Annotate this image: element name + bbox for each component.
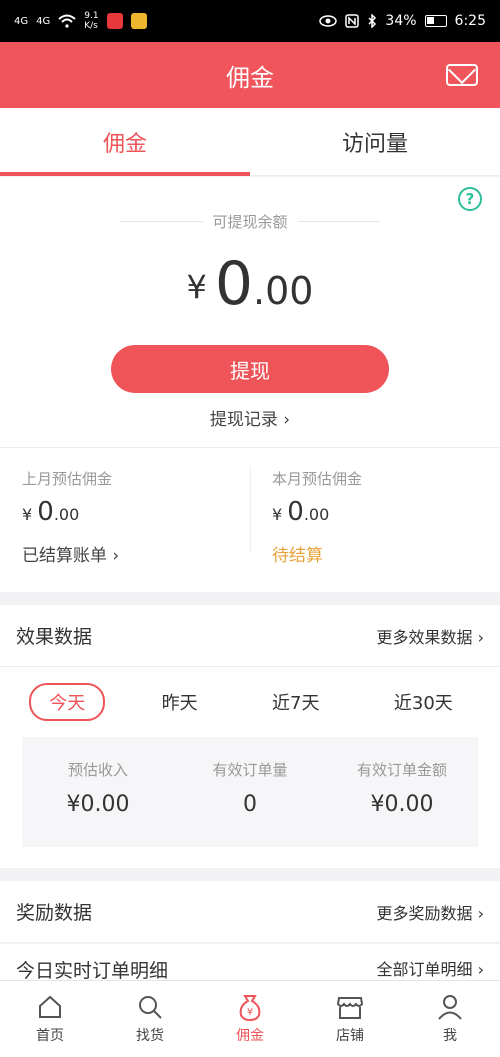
mail-icon[interactable]	[446, 64, 478, 86]
nav-find-goods-label: 找货	[136, 1028, 164, 1044]
stat-value: ¥0.00	[370, 792, 434, 817]
effect-data-title: 效果数据	[16, 626, 93, 648]
network-speed-unit: K/s	[84, 21, 98, 31]
balance-decimal: .00	[253, 269, 314, 313]
stat-value: 0	[243, 792, 257, 817]
store-icon	[336, 993, 364, 1021]
app-notification-icon-2	[130, 13, 147, 29]
date-tab-7days[interactable]: 近7天	[254, 685, 337, 719]
this-month-amount: ¥ 0.00	[272, 497, 500, 527]
balance-label-row: 可提现余额	[110, 211, 390, 232]
commission-summary: 上月预估佣金 ¥ 0.00 已结算账单 › 本月预估佣金 ¥ 0.00 待结算	[0, 447, 500, 592]
effect-stats: 预估收入 ¥0.00 有效订单量 0 有效订单金额 ¥0.00	[22, 737, 478, 847]
clock: 6:25	[454, 13, 486, 29]
last-month-currency: ¥	[22, 505, 33, 524]
this-month-label: 本月预估佣金	[272, 470, 363, 488]
last-month-integer: 0	[37, 497, 54, 527]
bottom-nav: 首页 找货 ¥ 佣金 店铺 我	[0, 980, 500, 1057]
last-month-label: 上月预估佣金	[22, 470, 113, 488]
network-speed: 9.1 K/s	[84, 11, 98, 31]
balance-currency: ¥	[186, 268, 207, 306]
app-notification-icon	[106, 13, 123, 29]
pending-settlement-label: 待结算	[272, 546, 323, 566]
this-month-commission: 本月预估佣金 ¥ 0.00 待结算	[250, 448, 500, 592]
stat-valid-orders: 有效订单量 0	[174, 737, 326, 847]
tab-commission[interactable]: 佣金	[0, 108, 250, 176]
tab-bar: 佣金 访问量	[0, 108, 500, 176]
stat-valid-order-amount: 有效订单金额 ¥0.00	[326, 737, 478, 847]
stat-estimated-income: 预估收入 ¥0.00	[22, 737, 174, 847]
battery-icon	[424, 15, 447, 27]
help-icon[interactable]: ?	[458, 187, 482, 211]
reward-data-header: 奖励数据 更多奖励数据 ›	[0, 881, 500, 943]
money-bag-icon: ¥	[236, 993, 264, 1021]
withdraw-record-link[interactable]: 提现记录 ›	[0, 405, 500, 430]
eye-icon	[319, 15, 338, 27]
page-title: 佣金	[226, 63, 274, 92]
stat-label: 有效订单量	[212, 761, 288, 779]
last-month-amount: ¥ 0.00	[22, 497, 250, 527]
nav-commission-label: 佣金	[236, 1028, 264, 1044]
date-tab-today[interactable]: 今天	[29, 683, 106, 721]
withdraw-button[interactable]: 提现	[111, 345, 389, 393]
status-left: 4G 4G 9.1 K/s	[14, 11, 147, 31]
nav-home-label: 首页	[36, 1028, 64, 1044]
all-orders-link[interactable]: 全部订单明细 ›	[377, 956, 485, 980]
signal-indicator-1: 4G	[14, 15, 29, 27]
last-month-commission: 上月预估佣金 ¥ 0.00 已结算账单 ›	[0, 448, 250, 592]
status-right: 34% 6:25	[319, 13, 486, 29]
nfc-icon	[345, 14, 360, 28]
reward-data-title: 奖励数据	[16, 902, 93, 924]
settled-bills-link[interactable]: 已结算账单 ›	[22, 541, 250, 566]
tab-visits[interactable]: 访问量	[250, 108, 500, 175]
bluetooth-icon	[368, 14, 377, 28]
last-month-decimal: .00	[53, 505, 80, 524]
home-icon	[36, 993, 64, 1021]
svg-text:¥: ¥	[247, 1007, 253, 1018]
date-tab-30days[interactable]: 近30天	[376, 685, 471, 719]
nav-find-goods[interactable]: 找货	[100, 981, 200, 1057]
order-detail-title: 今日实时订单明细	[16, 960, 169, 982]
more-effect-data-link[interactable]: 更多效果数据 ›	[377, 624, 485, 648]
status-bar: 4G 4G 9.1 K/s 34% 6:25	[0, 0, 500, 42]
stats-wrap: 预估收入 ¥0.00 有效订单量 0 有效订单金额 ¥0.00	[0, 737, 500, 868]
date-range-tabs: 今天 昨天 近7天 近30天	[0, 667, 500, 737]
user-icon	[436, 993, 464, 1021]
wifi-icon	[58, 14, 76, 28]
stat-label: 有效订单金额	[356, 761, 447, 779]
stat-value: ¥0.00	[66, 792, 130, 817]
signal-indicator-2: 4G	[36, 15, 51, 27]
nav-home[interactable]: 首页	[0, 981, 100, 1057]
nav-store-label: 店铺	[336, 1028, 364, 1044]
stat-label: 预估收入	[67, 761, 128, 779]
more-reward-data-link[interactable]: 更多奖励数据 ›	[377, 900, 485, 924]
nav-commission[interactable]: ¥ 佣金	[200, 981, 300, 1057]
network-speed-value: 9.1	[84, 11, 99, 21]
this-month-integer: 0	[287, 497, 304, 527]
app-header: 佣金	[0, 42, 500, 108]
battery-percent: 34%	[385, 13, 417, 29]
balance-card: ? 可提现余额 ¥0.00 提现 提现记录 ›	[0, 177, 500, 447]
balance-integer: 0	[214, 249, 254, 319]
nav-me-label: 我	[443, 1028, 457, 1044]
balance-amount: ¥0.00	[0, 249, 500, 319]
nav-store[interactable]: 店铺	[300, 981, 400, 1057]
search-icon	[136, 993, 164, 1021]
this-month-decimal: .00	[303, 505, 330, 524]
effect-data-header: 效果数据 更多效果数据 ›	[0, 605, 500, 667]
date-tab-yesterday[interactable]: 昨天	[144, 685, 216, 719]
balance-label: 可提现余额	[212, 213, 288, 231]
order-detail-header: 今日实时订单明细 全部订单明细 ›	[0, 944, 500, 984]
this-month-currency: ¥	[272, 505, 283, 524]
nav-me[interactable]: 我	[400, 981, 500, 1057]
